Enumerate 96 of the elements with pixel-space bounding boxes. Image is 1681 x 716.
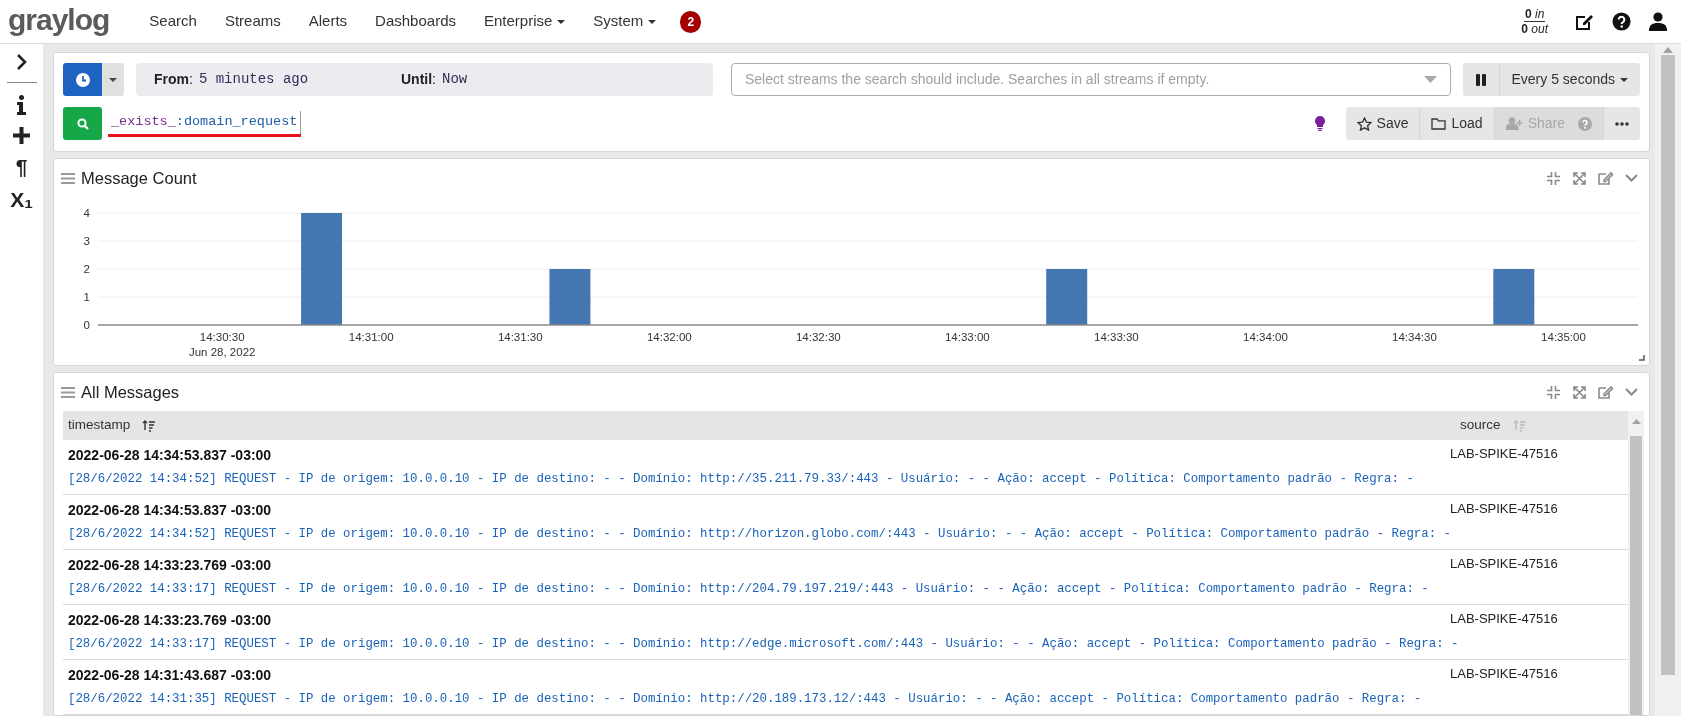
user-icon[interactable] [1649, 12, 1667, 31]
x-tick-label: 14:31:30 [497, 331, 543, 343]
x-tick-label: 14:33:30 [1094, 331, 1139, 343]
more-button[interactable] [1604, 107, 1640, 140]
throughput-in: 0 in [1523, 7, 1546, 22]
drag-handle-icon[interactable] [61, 172, 75, 184]
x-tick-label: 14:30:30 Jun 28, 2022 [188, 331, 256, 358]
y-tick-label: 1 [83, 291, 90, 303]
pause-button[interactable] [1462, 63, 1500, 96]
y-tick-label: 4 [83, 207, 90, 219]
more-icon [1615, 121, 1629, 126]
sidebar-tool-button[interactable]: X₁ [10, 189, 33, 210]
save-button[interactable]: Save [1345, 107, 1421, 140]
timestamp-cell-text: 2022-06-28 14:34:53.837 -03:00 [68, 446, 273, 465]
chart-bar[interactable] [1046, 269, 1088, 325]
widget-title: All Messages [81, 381, 180, 403]
time-range-type-button[interactable] [63, 63, 102, 96]
info-icon[interactable] [17, 95, 26, 115]
x-tick-label: 14:32:00 [646, 331, 692, 343]
source-cell-text: LAB-SPIKE-47516 [1450, 665, 1559, 683]
scrollbar-thumb[interactable] [1630, 436, 1642, 715]
nav-link[interactable]: Enterprise [470, 10, 580, 33]
page-scrollbar[interactable] [1655, 44, 1681, 716]
time-label: From: [154, 70, 193, 89]
scrollbar-thumb[interactable] [1661, 55, 1675, 675]
search-icon [76, 117, 89, 130]
message-cell-text: [28/6/2022 14:34:52] REQUEST - IP de origem: 10.0.0.10 - IP de destino: - - Domínio: http://35.211.79.33/:443 - Usuário: - - Ação: accept - Política: Comportamento padrão - Regra: - [68, 471, 1415, 487]
star-icon [1356, 116, 1372, 131]
graylog-logo[interactable]: graylog [8, 4, 110, 39]
search-button[interactable] [63, 107, 102, 140]
y-tick-label: 0 [83, 319, 90, 331]
expand-icon[interactable] [1573, 385, 1586, 399]
load-button[interactable]: Load [1420, 107, 1495, 140]
help-icon [1578, 116, 1592, 131]
timestamp-cell-text: 2022-06-28 14:34:53.837 -03:00 [68, 501, 273, 520]
pause-icon [1475, 73, 1486, 86]
folder-icon [1431, 117, 1447, 130]
x-tick-label: 14:32:30 [795, 331, 841, 343]
plus-icon[interactable] [13, 127, 30, 144]
compress-icon[interactable] [1547, 385, 1560, 399]
y-tick-label: 3 [83, 235, 90, 247]
column-header[interactable]: source [1460, 415, 1501, 436]
nav-link[interactable]: Streams [210, 10, 295, 33]
expand-icon[interactable] [1573, 171, 1586, 185]
message-cell-text: [28/6/2022 14:34:52] REQUEST - IP de origem: 10.0.0.10 - IP de destino: - - Domínio: http://horizon.globo.com/:443 - Usuário: - - Ação: accept - Política: Comportamento padrão - Regra: - [68, 526, 1453, 542]
sort-icon[interactable] [142, 419, 156, 432]
scroll-up-icon[interactable] [1663, 46, 1673, 53]
timestamp-cell-text: 2022-06-28 14:33:23.769 -03:00 [68, 556, 273, 575]
source-cell-text: LAB-SPIKE-47516 [1450, 445, 1559, 463]
message-cell-text: [28/6/2022 14:33:17] REQUEST - IP de origem: 10.0.0.10 - IP de destino: - - Domínio: http://204.79.197.219/:443 - Usuário: - - Ação: accept - Política: Comportamento padrão - Regra: - [68, 581, 1430, 597]
dropdown-arrow-icon [1424, 76, 1437, 83]
x-tick-label: 14:35:00 [1541, 331, 1586, 343]
clock-icon [75, 72, 90, 87]
time-label: Until: [401, 70, 436, 89]
chevron-down-icon[interactable] [1625, 174, 1638, 182]
source-cell-text: LAB-SPIKE-47516 [1450, 500, 1559, 518]
help-icon[interactable] [1612, 12, 1631, 31]
time-value: 5 minutes ago [198, 70, 309, 89]
time-value: Now [442, 70, 468, 89]
scroll-up-icon[interactable] [1631, 418, 1641, 424]
notification-badge[interactable]: 2 [680, 10, 702, 33]
chevron-down-icon[interactable] [1625, 388, 1638, 396]
nav-link[interactable]: System [579, 10, 671, 33]
message-cell-text: [28/6/2022 14:33:17] REQUEST - IP de origem: 10.0.0.10 - IP de destino: - - Domínio: http://edge.microsoft.com/:443 - Usuário: - - Ação: accept - Política: Comportamento padrão - Regra: - [68, 636, 1460, 652]
streams-placeholder: Select streams the search should include. Searches in all streams if empty. [745, 70, 1210, 89]
source-cell-text: LAB-SPIKE-47516 [1450, 555, 1559, 573]
timestamp-cell-text: 2022-06-28 14:31:43.687 -03:00 [68, 666, 273, 685]
chart-bar[interactable] [301, 213, 343, 325]
lightbulb-icon[interactable] [1314, 116, 1325, 131]
drag-handle-icon[interactable] [61, 386, 75, 398]
nav-link[interactable]: Search [135, 10, 211, 33]
time-range-dropdown-button[interactable] [102, 63, 124, 96]
resize-handle-icon[interactable] [1639, 355, 1645, 361]
message-cell-text: [28/6/2022 14:31:35] REQUEST - IP de origem: 10.0.0.10 - IP de destino: - - Domínio: http://20.189.173.12/:443 - Usuário: - - Ação: accept - Política: Comportamento padrão - Regra: - [68, 691, 1423, 707]
x-tick-label: 14:34:30 [1392, 331, 1437, 343]
sidebar-tool-button[interactable]: ¶ [15, 156, 28, 177]
widget-title: Message Count [81, 167, 197, 189]
refresh-interval-dropdown[interactable]: Every 5 seconds [1499, 63, 1640, 96]
expand-chevron-icon[interactable] [15, 54, 28, 70]
x-tick-label: 14:34:00 [1243, 331, 1288, 343]
user-plus-icon [1505, 117, 1523, 130]
chart-bar[interactable] [549, 269, 591, 325]
compress-icon[interactable] [1547, 171, 1560, 185]
table-scrollbar[interactable] [1628, 411, 1644, 715]
caret-icon [1620, 77, 1628, 82]
nav-link[interactable]: Dashboards [361, 10, 470, 33]
timestamp-cell-text: 2022-06-28 14:33:23.769 -03:00 [68, 611, 273, 630]
throughput-out: 0 out [1521, 22, 1548, 36]
x-tick-label: 14:33:00 [944, 331, 990, 343]
caret-icon [109, 77, 117, 82]
source-cell-text: LAB-SPIKE-47516 [1450, 610, 1559, 628]
chart-bar[interactable] [1493, 269, 1535, 325]
x-tick-label: 14:31:00 [348, 331, 394, 343]
column-header[interactable]: timestamp [68, 415, 131, 436]
nav-link[interactable]: Alerts [294, 10, 362, 33]
y-tick-label: 2 [83, 263, 90, 275]
